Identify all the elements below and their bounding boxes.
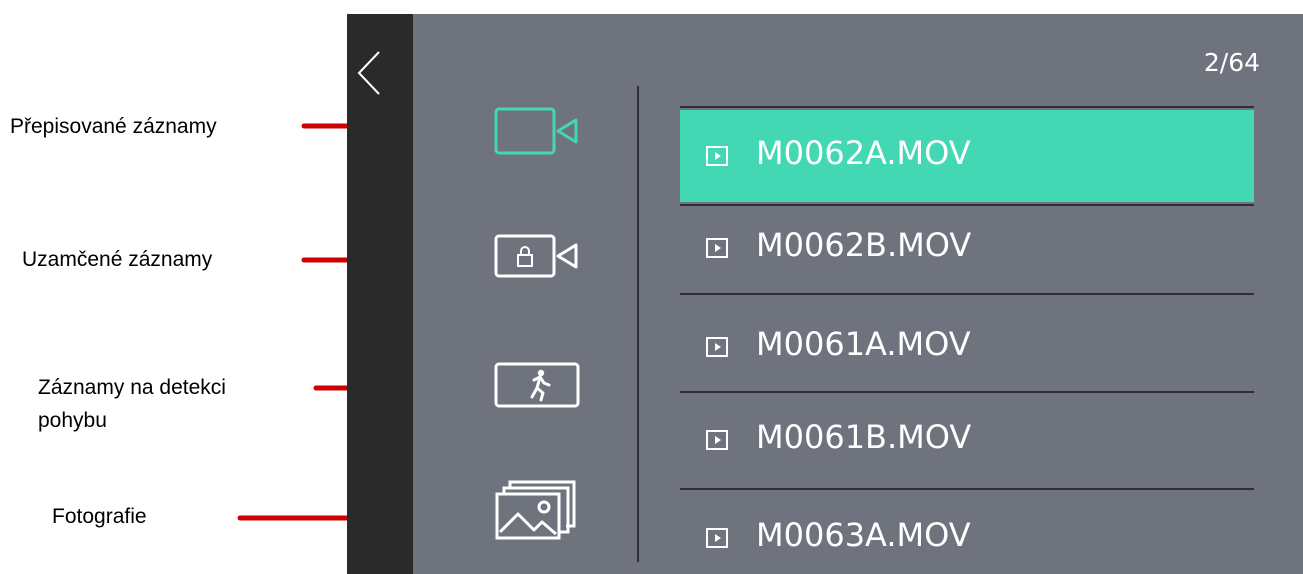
device-left-strip [347, 14, 413, 574]
file-row-m0063a[interactable]: M0063A.MOV [680, 482, 1254, 574]
photos-icon[interactable] [494, 476, 580, 542]
play-icon [706, 528, 728, 548]
back-chevron-icon[interactable] [355, 48, 385, 98]
annotation-overwritten-recordings: Přepisované záznamy [10, 115, 217, 138]
divider [680, 106, 1254, 108]
play-icon [706, 238, 728, 258]
annotation-motion-recordings-line1: Záznamy na detekci [38, 376, 226, 399]
divider [680, 391, 1254, 393]
file-name: M0062A.MOV [756, 134, 971, 172]
file-name: M0061B.MOV [756, 418, 972, 456]
divider [680, 293, 1254, 295]
motion-detection-icon[interactable] [494, 358, 582, 412]
page-counter: 2/64 [1203, 48, 1260, 77]
play-icon [706, 146, 728, 166]
file-row-m0062a[interactable]: M0062A.MOV [680, 110, 1254, 202]
locked-video-icon[interactable] [494, 230, 580, 280]
annotation-motion-recordings-line2: pohybu [38, 409, 107, 432]
file-name: M0063A.MOV [756, 516, 971, 554]
play-icon [706, 337, 728, 357]
file-name: M0062B.MOV [756, 226, 972, 264]
vertical-divider [637, 86, 639, 562]
play-icon [706, 430, 728, 450]
manual-figure: Přepisované záznamy Uzamčené záznamy Záz… [0, 0, 1303, 574]
file-row-m0062b[interactable]: M0062B.MOV [680, 202, 1254, 294]
annotation-photos: Fotografie [52, 505, 147, 528]
video-camera-icon[interactable] [494, 106, 580, 156]
file-row-m0061a[interactable]: M0061A.MOV [680, 301, 1254, 393]
file-name: M0061A.MOV [756, 325, 971, 363]
annotation-locked-recordings: Uzamčené záznamy [22, 248, 213, 271]
file-row-m0061b[interactable]: M0061B.MOV [680, 394, 1254, 486]
